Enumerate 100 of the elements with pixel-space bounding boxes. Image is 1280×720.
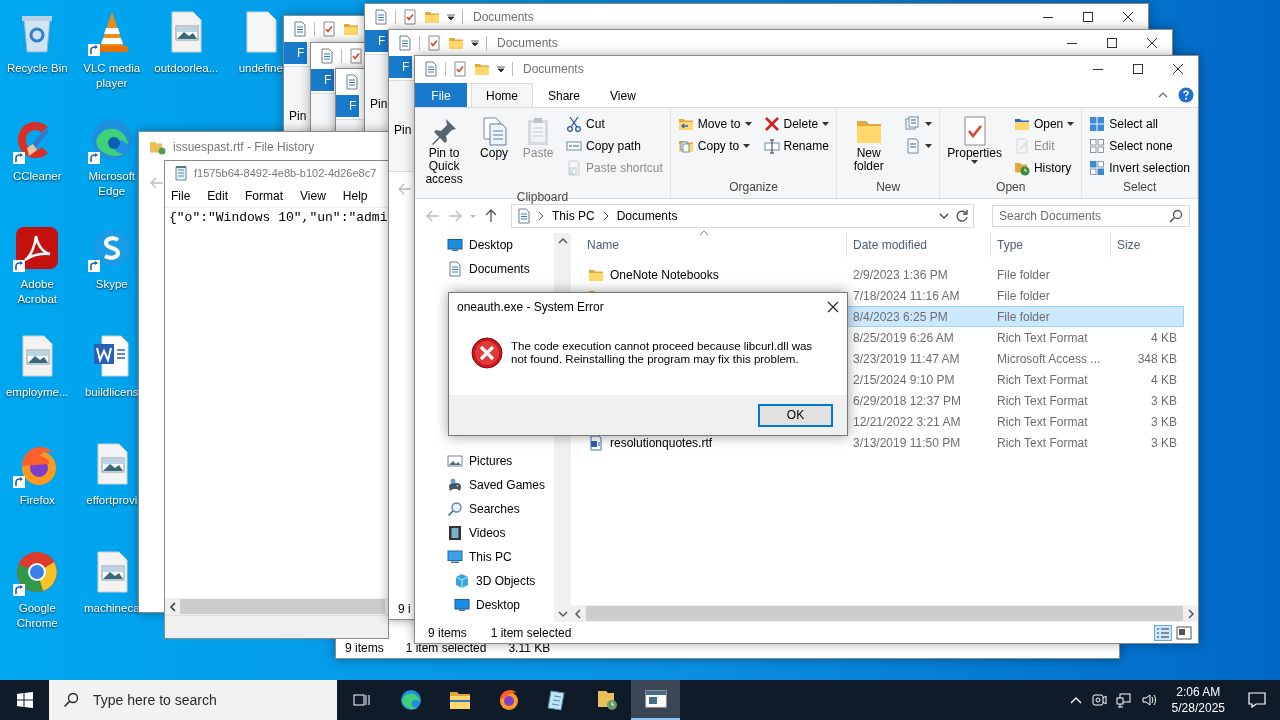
- size-cell-text: 4 KB: [1150, 372, 1178, 387]
- nav-item[interactable]: This PC: [415, 545, 554, 569]
- scrollbar[interactable]: [165, 598, 388, 615]
- new-item-icon: [905, 115, 922, 132]
- column-header[interactable]: Name: [579, 238, 846, 252]
- ribbon-button[interactable]: Properties: [944, 113, 1005, 178]
- file-name[interactable]: resolutionquotes.rtf: [610, 435, 713, 450]
- search-box[interactable]: Search Documents: [992, 205, 1190, 227]
- ribbon-button[interactable]: Open: [1010, 113, 1078, 134]
- details-view-icon[interactable]: [1154, 624, 1172, 641]
- ribbon-button[interactable]: Select all: [1086, 113, 1193, 134]
- menu-item[interactable]: Edit: [207, 189, 229, 203]
- document-icon: [423, 61, 439, 77]
- address-bar[interactable]: This PC Documents: [511, 204, 974, 228]
- nav-item[interactable]: Desktop: [415, 233, 554, 257]
- window-title: Documents: [523, 62, 584, 76]
- scroll-right-icon: [1187, 608, 1195, 619]
- menu-item[interactable]: Format: [245, 189, 284, 203]
- windows-logo-icon[interactable]: [16, 692, 33, 708]
- nav-item[interactable]: Videos: [415, 521, 554, 545]
- nav-item[interactable]: Searches: [415, 497, 554, 521]
- ribbon-button[interactable]: Select none: [1086, 135, 1193, 156]
- size-cell-text: 348 KB: [1136, 351, 1178, 366]
- nav-item[interactable]: Pictures: [415, 449, 554, 473]
- chevron-icon: [602, 211, 609, 221]
- breadcrumb[interactable]: Documents: [614, 209, 680, 223]
- desktop-icon-label: effortprovi: [86, 493, 138, 508]
- large-icons-view-icon[interactable]: [1176, 624, 1192, 641]
- column-header[interactable]: Size: [1110, 233, 1182, 257]
- column-header[interactable]: Date modified: [846, 233, 990, 257]
- ribbon-button[interactable]: Pin to Quick access: [419, 113, 470, 188]
- type-cell-text: File folder: [996, 288, 1051, 303]
- notification-icon[interactable]: [1248, 691, 1266, 709]
- close-icon[interactable]: [827, 301, 839, 313]
- desktop-icon-label: Recycle Bin: [6, 61, 68, 76]
- file-tab[interactable]: File: [415, 83, 467, 107]
- invert-selection-icon: [1089, 159, 1106, 176]
- ribbon-button-label: Pin: [394, 123, 412, 137]
- close-icon: [1147, 38, 1157, 48]
- ribbon-button[interactable]: Copy to: [674, 135, 755, 156]
- ribbon-button[interactable]: Copy path: [563, 135, 666, 156]
- ribbon-button[interactable]: Rename: [760, 135, 833, 156]
- ribbon-button[interactable]: Invert selection: [1086, 157, 1193, 178]
- clock-date[interactable]: 5/28/2025: [1171, 700, 1225, 716]
- help-icon[interactable]: [1178, 86, 1194, 103]
- cube-icon: [454, 573, 470, 589]
- checklist-icon: [426, 35, 442, 51]
- error-message: The code execution cannot proceed because libcurl.dll was not found. Reinstalling the program may fix this problem.: [511, 340, 814, 366]
- maximize-icon: [1133, 64, 1143, 74]
- file-tab[interactable]: F: [311, 69, 334, 91]
- task-view-icon[interactable]: [352, 692, 371, 708]
- checklist-icon: [452, 61, 468, 77]
- ribbon-tab[interactable]: Home: [471, 83, 533, 107]
- search-field[interactable]: Type here to search: [91, 691, 337, 709]
- chevron-up-icon[interactable]: [1069, 696, 1082, 704]
- refresh-icon[interactable]: [955, 209, 969, 223]
- file-tab[interactable]: F: [284, 42, 307, 64]
- breadcrumb[interactable]: This PC: [550, 209, 597, 223]
- menu-item[interactable]: View: [300, 189, 326, 203]
- volume-icon[interactable]: [1140, 692, 1157, 708]
- scrollbar[interactable]: [571, 605, 1198, 622]
- file-tab[interactable]: F: [336, 95, 359, 117]
- clock-time[interactable]: 2:06 AM: [1176, 684, 1221, 700]
- file-tab[interactable]: F: [389, 56, 412, 78]
- desktop-icon-label: Google Chrome: [15, 601, 59, 631]
- nav-item[interactable]: 3D Objects: [415, 569, 554, 593]
- search-box[interactable]: Type here to search: [49, 680, 337, 720]
- ribbon-button[interactable]: History: [1010, 157, 1078, 178]
- caret-icon: [446, 12, 456, 22]
- ribbon-button[interactable]: New folder: [841, 113, 897, 178]
- meeting-icon[interactable]: [1090, 692, 1107, 708]
- network-icon[interactable]: [1115, 692, 1132, 708]
- file-tab[interactable]: F: [365, 30, 388, 52]
- dropdown-icon[interactable]: [939, 211, 949, 221]
- column-header[interactable]: Type: [990, 233, 1110, 257]
- ribbon-button[interactable]: Move to: [674, 113, 755, 134]
- ribbon-tab[interactable]: View: [595, 83, 651, 107]
- desktop-icon-label: machineca: [83, 601, 140, 616]
- document-icon: [397, 35, 413, 51]
- ribbon-button[interactable]: Copy: [475, 113, 514, 188]
- file-name[interactable]: OneNote Notebooks: [610, 267, 719, 282]
- search-icon: [63, 692, 79, 708]
- taskbar-button[interactable]: [631, 680, 680, 720]
- nav-item[interactable]: Saved Games: [415, 473, 554, 497]
- pencil-icon: [1013, 137, 1030, 154]
- close-icon: [1173, 64, 1183, 74]
- notepad-icon: [173, 165, 189, 181]
- menu-item[interactable]: File: [171, 189, 191, 203]
- ribbon-button[interactable]: Cut: [563, 113, 666, 134]
- ok-button[interactable]: OK: [758, 403, 833, 427]
- search-field[interactable]: Search Documents: [999, 209, 1169, 223]
- menu-item[interactable]: Help: [342, 189, 368, 203]
- nav-item[interactable]: Documents: [415, 257, 554, 281]
- ribbon-button[interactable]: Delete: [760, 113, 833, 134]
- up-arrow-icon[interactable]: [483, 208, 499, 224]
- ribbon-tab[interactable]: Share: [533, 83, 596, 107]
- nav-item[interactable]: Desktop: [415, 593, 554, 617]
- type-cell-text: Rich Text Format: [996, 372, 1089, 387]
- back-arrow-icon[interactable]: [149, 175, 165, 191]
- scroll-left-icon: [168, 601, 178, 612]
